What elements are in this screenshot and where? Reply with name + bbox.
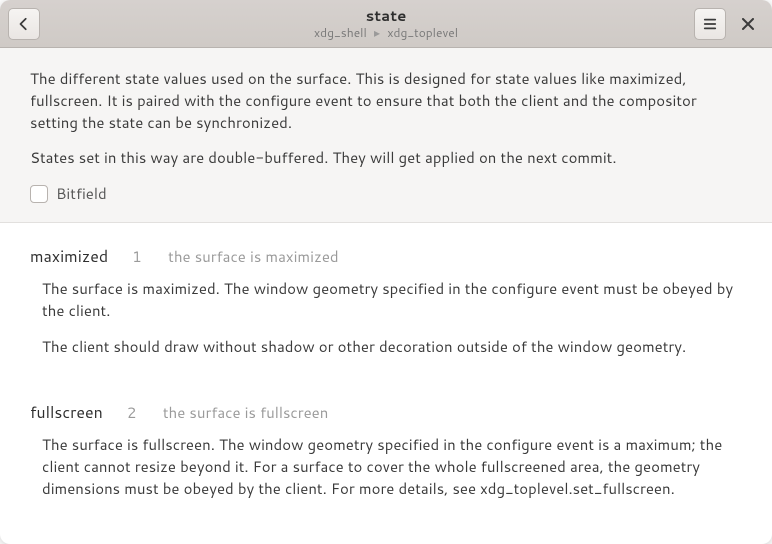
entry-desc-paragraph: The client should draw without shadow or… — [42, 336, 742, 358]
close-icon — [742, 18, 754, 30]
back-button[interactable] — [8, 8, 40, 40]
enum-entry: maximized 1 the surface is maximized The… — [30, 223, 742, 379]
bitfield-checkbox[interactable] — [30, 185, 48, 203]
entries-list[interactable]: maximized 1 the surface is maximized The… — [0, 223, 772, 522]
page-title: state — [0, 8, 772, 25]
intro-paragraph: States set in this way are double-buffer… — [30, 147, 742, 169]
entry-name: fullscreen — [30, 401, 103, 424]
headerbar: state xdg_shell ▸ xdg_toplevel — [0, 0, 772, 48]
breadcrumb-item: xdg_toplevel — [387, 24, 458, 41]
entry-desc-paragraph: The surface is maximized. The window geo… — [42, 278, 742, 322]
entry-desc-paragraph: The surface is fullscreen. The window ge… — [42, 434, 742, 499]
breadcrumb-item: xdg_shell — [314, 24, 367, 41]
enum-entry: fullscreen 2 the surface is fullscreen T… — [30, 379, 742, 521]
breadcrumb-separator-icon: ▸ — [374, 24, 380, 41]
entry-description: The surface is fullscreen. The window ge… — [30, 434, 742, 499]
entry-value: 1 — [132, 246, 144, 267]
entry-summary: the surface is maximized — [168, 246, 338, 267]
window: state xdg_shell ▸ xdg_toplevel The diffe… — [0, 0, 772, 544]
entry-name: maximized — [30, 245, 108, 268]
intro-paragraph: The different state values used on the s… — [30, 68, 742, 133]
breadcrumb: xdg_shell ▸ xdg_toplevel — [0, 26, 772, 39]
entry-summary: the surface is fullscreen — [163, 402, 329, 423]
menu-button[interactable] — [694, 8, 726, 40]
entry-description: The surface is maximized. The window geo… — [30, 278, 742, 357]
bitfield-label: Bitfield — [56, 183, 107, 204]
chevron-left-icon — [17, 17, 31, 31]
entry-value: 2 — [127, 402, 139, 423]
intro-section: The different state values used on the s… — [0, 48, 772, 223]
hamburger-icon — [703, 17, 717, 31]
close-button[interactable] — [732, 8, 764, 40]
